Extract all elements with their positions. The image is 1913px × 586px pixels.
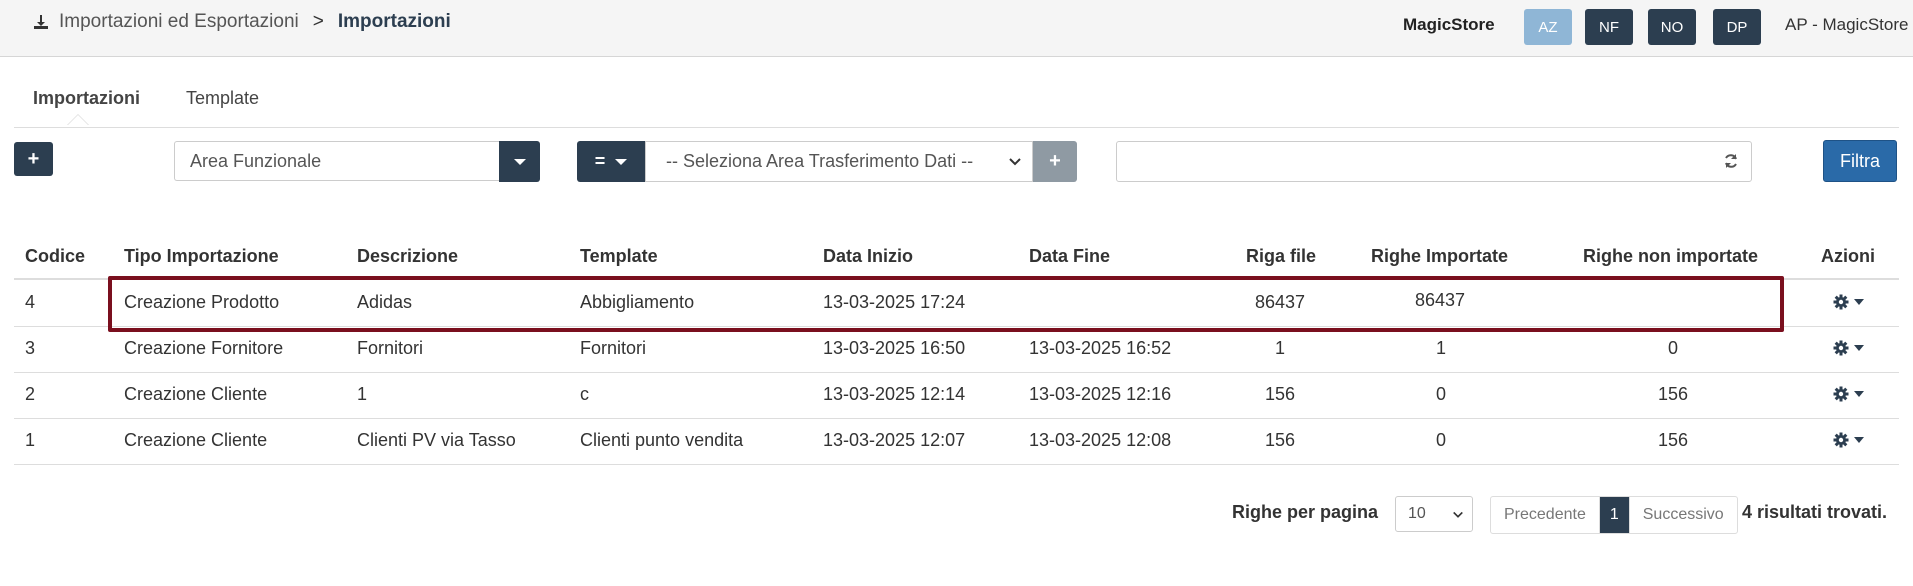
cell-righe-non-importate: 0 bbox=[1667, 338, 1679, 358]
cell-codice: 1 bbox=[25, 430, 36, 450]
transfer-area-value: -- Seleziona Area Trasferimento Dati -- bbox=[666, 151, 974, 171]
cell-data-fine: 13-03-2025 16:52 bbox=[1029, 338, 1172, 358]
cell-tipo: Creazione Cliente bbox=[124, 384, 268, 404]
chevron-down-icon bbox=[1453, 511, 1463, 518]
header-template[interactable]: Template bbox=[580, 246, 658, 267]
top-bar: Importazioni ed Esportazioni > Importazi… bbox=[0, 0, 1913, 57]
cell-righe-non-importate: 156 bbox=[1657, 384, 1689, 404]
cell-descrizione: Fornitori bbox=[357, 338, 424, 358]
filter-button[interactable]: Filtra bbox=[1823, 140, 1897, 182]
cell-riga-file: 156 bbox=[1264, 430, 1296, 450]
plus-icon: + bbox=[1049, 150, 1061, 172]
operator-dropdown[interactable]: = bbox=[577, 141, 645, 182]
cell-codice: 4 bbox=[25, 292, 36, 312]
caret-down-icon bbox=[615, 158, 628, 165]
cell-data-inizio: 13-03-2025 16:50 bbox=[823, 338, 966, 358]
cell-template: c bbox=[580, 384, 589, 404]
cell-template: Clienti punto vendita bbox=[580, 430, 744, 450]
header-righe-importate[interactable]: Righe Importate bbox=[1371, 246, 1508, 267]
user-button-no[interactable]: NO bbox=[1648, 9, 1696, 45]
chevron-down-icon bbox=[1009, 158, 1021, 166]
prev-page-button[interactable]: Precedente bbox=[1491, 497, 1599, 533]
plus-icon: + bbox=[27, 147, 40, 170]
row-actions-dropdown[interactable] bbox=[1833, 294, 1864, 310]
refresh-icon[interactable] bbox=[1723, 153, 1739, 169]
cell-tipo: Creazione Cliente bbox=[124, 430, 268, 450]
transfer-area-select[interactable]: -- Seleziona Area Trasferimento Dati -- bbox=[645, 141, 1033, 182]
rows-per-page-label: Righe per pagina bbox=[1232, 502, 1379, 522]
header-righe-non-importate[interactable]: Righe non importate bbox=[1583, 246, 1758, 267]
header-riga-file[interactable]: Riga file bbox=[1246, 246, 1316, 267]
area-dropdown-toggle[interactable] bbox=[499, 141, 540, 182]
table-header: Codice Tipo Importazione Descrizione Tem… bbox=[14, 240, 1899, 280]
caret-down-icon bbox=[513, 158, 526, 165]
breadcrumb-current: Importazioni bbox=[337, 11, 451, 32]
header-azioni: Azioni bbox=[1821, 246, 1875, 266]
breadcrumb: Importazioni ed Esportazioni > Importazi… bbox=[33, 11, 451, 33]
cell-data-fine: 13-03-2025 12:16 bbox=[1029, 384, 1172, 404]
add-import-button[interactable]: + bbox=[14, 142, 53, 176]
search-input[interactable] bbox=[1116, 141, 1752, 182]
row-actions-dropdown[interactable] bbox=[1833, 340, 1864, 356]
store-name: MagicStore bbox=[1403, 15, 1495, 34]
cell-righe-importate: 1 bbox=[1435, 338, 1447, 358]
caret-down-icon bbox=[1854, 345, 1864, 351]
cell-righe-importate: 0 bbox=[1435, 430, 1447, 450]
download-icon bbox=[34, 15, 48, 29]
cell-template: Fornitori bbox=[580, 338, 647, 358]
header-descrizione[interactable]: Descrizione bbox=[357, 246, 458, 267]
pagination: Precedente 1 Successivo bbox=[1490, 496, 1738, 534]
cell-riga-file: 1 bbox=[1274, 338, 1286, 358]
header-tipo-importazione[interactable]: Tipo Importazione bbox=[124, 246, 279, 267]
cell-descrizione: Clienti PV via Tasso bbox=[357, 430, 516, 450]
cell-descrizione: 1 bbox=[357, 384, 368, 404]
caret-down-icon bbox=[1854, 391, 1864, 397]
cell-righe-importate: 0 bbox=[1435, 384, 1447, 404]
add-filter-button[interactable]: + bbox=[1033, 141, 1077, 182]
tab-template[interactable]: Template bbox=[186, 88, 259, 109]
table-row[interactable]: 3 Creazione Fornitore Fornitori Fornitor… bbox=[14, 326, 1899, 373]
cell-data-inizio: 13-03-2025 12:07 bbox=[823, 430, 966, 450]
caret-down-icon bbox=[1854, 299, 1864, 305]
results-count: 4 risultati trovati. bbox=[1742, 502, 1888, 522]
rows-per-page-value: 10 bbox=[1408, 505, 1426, 522]
user-button-nf[interactable]: NF bbox=[1585, 9, 1633, 45]
page-1-button[interactable]: 1 bbox=[1598, 497, 1629, 533]
table-row[interactable]: 1 Creazione Cliente Clienti PV via Tasso… bbox=[14, 418, 1899, 465]
header-codice[interactable]: Codice bbox=[25, 246, 85, 267]
tab-importazioni[interactable]: Importazioni bbox=[33, 88, 140, 109]
caret-down-icon bbox=[1854, 437, 1864, 443]
cell-righe-non-importate: 156 bbox=[1657, 430, 1689, 450]
account-name[interactable]: AP - MagicStore bbox=[1785, 15, 1908, 35]
active-tab-indicator bbox=[67, 114, 89, 125]
area-funzionale-select[interactable]: Area Funzionale bbox=[174, 141, 499, 181]
operator-label: = bbox=[594, 151, 606, 171]
row-actions-dropdown[interactable] bbox=[1833, 432, 1864, 448]
cell-riga-file: 156 bbox=[1264, 384, 1296, 404]
user-button-dp[interactable]: DP bbox=[1713, 9, 1761, 45]
cell-codice: 2 bbox=[25, 384, 36, 404]
next-page-button[interactable]: Successivo bbox=[1628, 497, 1737, 533]
rows-per-page-select[interactable]: 10 bbox=[1395, 496, 1473, 532]
gear-icon bbox=[1833, 294, 1849, 310]
tab-bar: Importazioni Template bbox=[14, 85, 1899, 128]
highlight-box bbox=[108, 276, 1784, 332]
gear-icon bbox=[1833, 386, 1849, 402]
cell-data-inizio: 13-03-2025 12:14 bbox=[823, 384, 966, 404]
gear-icon bbox=[1833, 340, 1849, 356]
cell-data-fine: 13-03-2025 12:08 bbox=[1029, 430, 1172, 450]
row-actions-dropdown[interactable] bbox=[1833, 386, 1864, 402]
cell-codice: 3 bbox=[25, 338, 36, 358]
gear-icon bbox=[1833, 432, 1849, 448]
breadcrumb-separator: > bbox=[312, 11, 324, 32]
cell-tipo: Creazione Fornitore bbox=[124, 338, 284, 358]
breadcrumb-parent-link[interactable]: Importazioni ed Esportazioni bbox=[59, 11, 299, 33]
header-data-inizio[interactable]: Data Inizio bbox=[823, 246, 913, 267]
header-data-fine[interactable]: Data Fine bbox=[1029, 246, 1110, 267]
table-row[interactable]: 2 Creazione Cliente 1 c 13-03-2025 12:14… bbox=[14, 372, 1899, 419]
user-button-az[interactable]: AZ bbox=[1524, 9, 1572, 45]
